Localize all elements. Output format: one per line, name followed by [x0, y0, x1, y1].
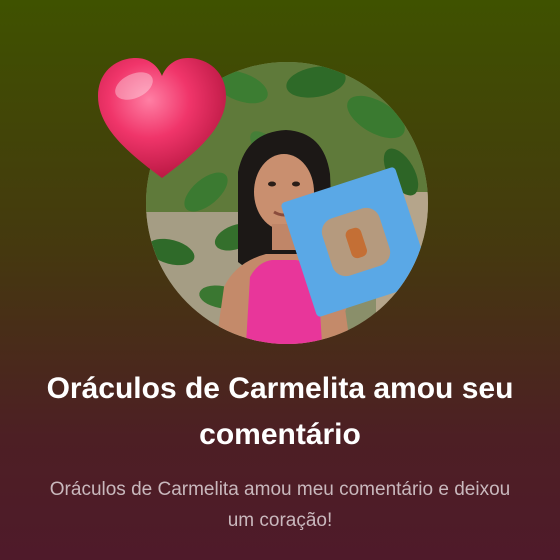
notification-message: Oráculos de Carmelita amou meu comentári…: [49, 479, 511, 531]
notification-title: Oráculos de Carmelita amou seu comentári…: [46, 372, 514, 451]
heart-icon: [94, 52, 230, 182]
heart-notification-card: Oráculos de Carmelita amou seu comentári…: [0, 0, 560, 560]
